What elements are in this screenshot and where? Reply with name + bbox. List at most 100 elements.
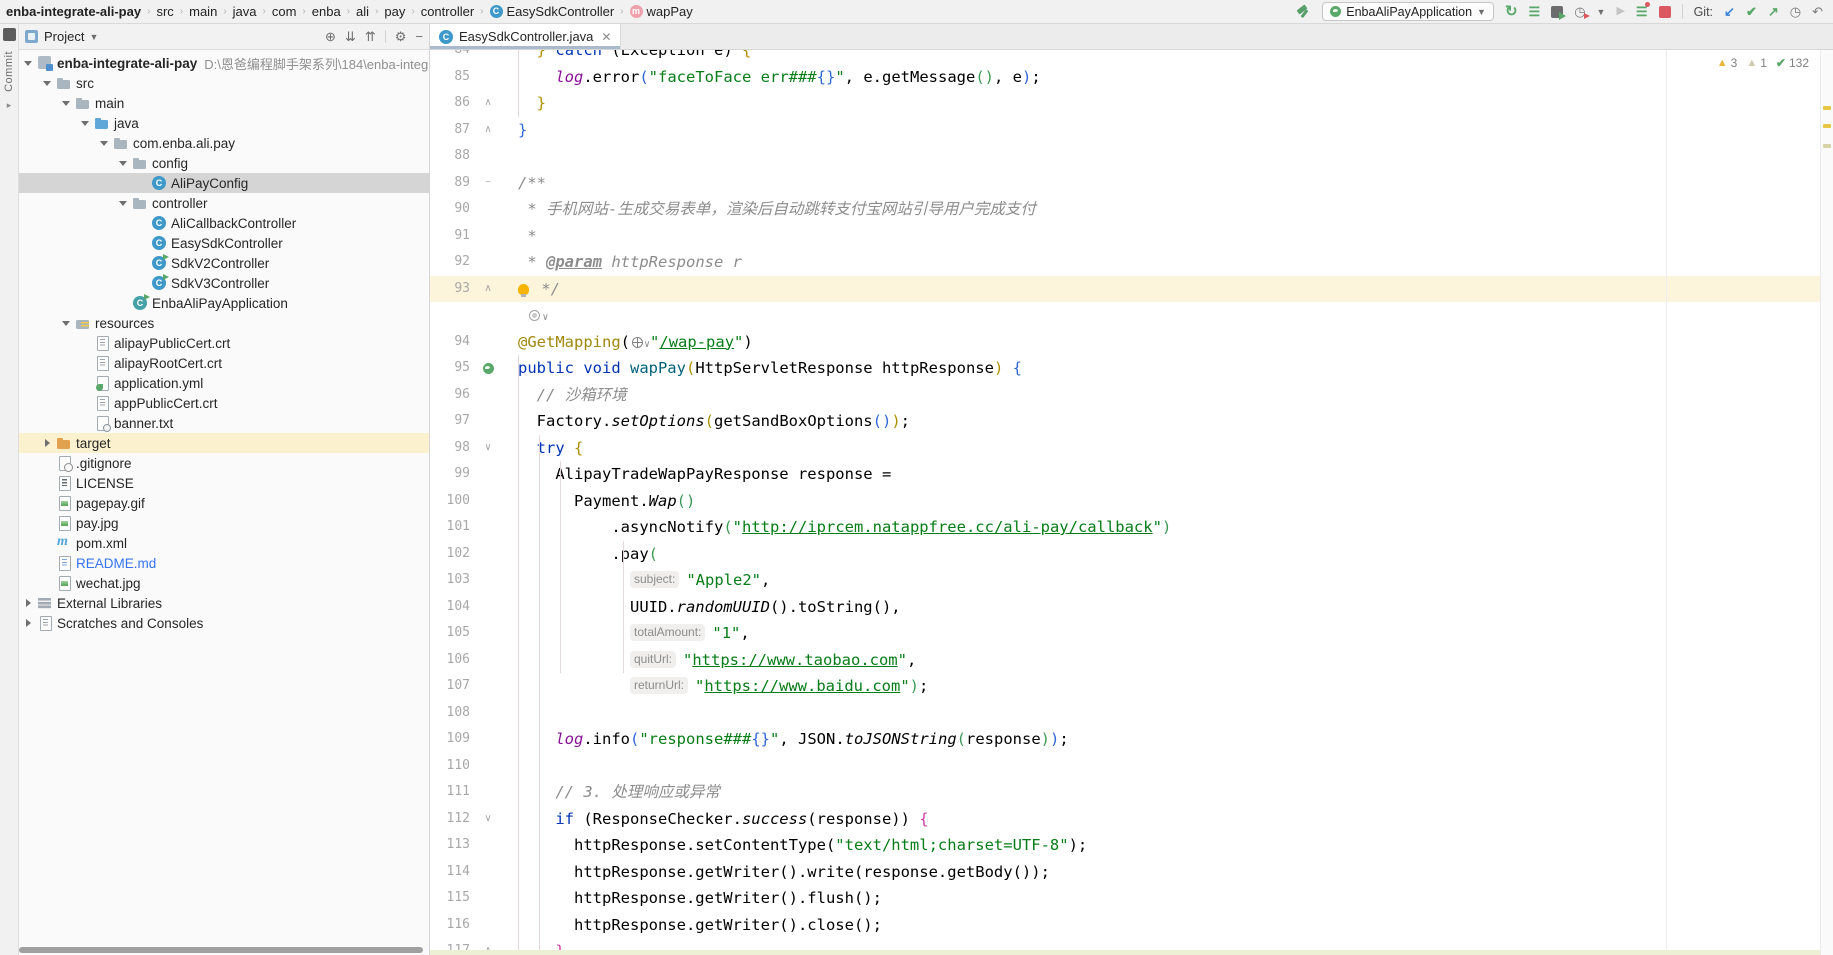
breadcrumb-item-wappay[interactable]: m wapPay: [629, 4, 693, 19]
code-text[interactable]: // 沙箱环境: [506, 382, 627, 409]
fold-marker[interactable]: [470, 382, 506, 409]
line-number[interactable]: 85: [430, 64, 470, 91]
line-number[interactable]: 100: [430, 488, 470, 515]
code-line-86[interactable]: 86 ∧ }: [430, 90, 1820, 117]
attach-debugger-icon[interactable]: ☰: [1636, 2, 1650, 19]
line-number[interactable]: 115: [430, 885, 470, 912]
close-icon[interactable]: ✕: [601, 30, 611, 44]
tree-item-alipaypubliccert-crt[interactable]: alipayPublicCert.crt: [19, 333, 429, 353]
hide-panel-icon[interactable]: −: [415, 29, 423, 44]
fold-marker[interactable]: [470, 832, 506, 859]
tree-item-sdkv3controller[interactable]: SdkV3Controller: [19, 273, 429, 293]
line-number[interactable]: 111: [430, 779, 470, 806]
code-text[interactable]: /**: [506, 170, 546, 197]
tree-arrow-icon[interactable]: [59, 95, 75, 111]
code-line-116[interactable]: 116 httpResponse.getWriter().close();: [430, 912, 1820, 939]
fold-marker[interactable]: ∨: [470, 806, 506, 833]
tree-item-pay-jpg[interactable]: pay.jpg: [19, 513, 429, 533]
run-configuration-select[interactable]: EnbaAliPayApplication ▼: [1322, 2, 1494, 21]
code-line-104[interactable]: 104 UUID.randomUUID().toString(),: [430, 594, 1820, 621]
line-number[interactable]: 89: [430, 170, 470, 197]
more-run-actions-icon[interactable]: ▼: [1597, 7, 1606, 17]
breadcrumb-item-java[interactable]: java: [233, 4, 257, 19]
tree-arrow-icon[interactable]: [40, 75, 56, 91]
code-text[interactable]: subject: "Apple2",: [506, 567, 770, 594]
fold-marker[interactable]: [470, 64, 506, 91]
git-commit-button[interactable]: ✔: [1746, 5, 1757, 18]
code-text[interactable]: log.error("faceToFace err###{}", e.getMe…: [506, 64, 1040, 91]
fold-marker[interactable]: ∨: [470, 435, 506, 462]
globe-icon[interactable]: [632, 336, 643, 348]
line-number[interactable]: 95: [430, 355, 470, 382]
fold-marker[interactable]: ∧: [470, 276, 506, 303]
breadcrumb-item-enba[interactable]: enba: [312, 4, 341, 19]
build-hammer-icon[interactable]: [1295, 4, 1311, 19]
code-text[interactable]: UUID.randomUUID().toString(),: [506, 594, 901, 621]
url-mapping-icon[interactable]: [529, 310, 541, 321]
fold-marker[interactable]: [470, 143, 506, 170]
fold-marker[interactable]: [470, 726, 506, 753]
code-line-85[interactable]: 85 log.error("faceToFace err###{}", e.ge…: [430, 64, 1820, 91]
rerun-button[interactable]: ↻: [1505, 4, 1518, 19]
tree-item-sdkv2controller[interactable]: SdkV2Controller: [19, 253, 429, 273]
code-text[interactable]: * 手机网站-生成交易表单，渲染后自动跳转支付宝网站引导用户完成支付: [506, 196, 1036, 223]
code-line-113[interactable]: 113 httpResponse.setContentType("text/ht…: [430, 832, 1820, 859]
line-number[interactable]: 94: [430, 329, 470, 356]
line-number[interactable]: 103: [430, 567, 470, 594]
fold-marker[interactable]: [470, 779, 506, 806]
code-line-102[interactable]: 102 .pay(: [430, 541, 1820, 568]
run-with-coverage-button[interactable]: [1551, 5, 1567, 20]
code-text[interactable]: returnUrl: "https://www.baidu.com");: [506, 673, 928, 700]
code-line-hint[interactable]: ∨: [430, 302, 1820, 329]
tree-item-scratches-and-consoles[interactable]: Scratches and Consoles: [19, 613, 429, 633]
code-line-95[interactable]: 95 public void wapPay(HttpServletResponse…: [430, 355, 1820, 382]
code-line-101[interactable]: 101 .asyncNotify("http://iprcem.natappfr…: [430, 514, 1820, 541]
fold-marker[interactable]: [470, 620, 506, 647]
code-text[interactable]: }: [506, 90, 546, 117]
fold-marker[interactable]: [470, 912, 506, 939]
tab-easysdkcontroller[interactable]: C EasySdkController.java ✕: [430, 24, 622, 49]
line-number[interactable]: [430, 302, 470, 329]
code-line-105[interactable]: 105 totalAmount: "1",: [430, 620, 1820, 647]
code-line-100[interactable]: 100 Payment.Wap(): [430, 488, 1820, 515]
git-update-button[interactable]: ↙: [1724, 5, 1735, 18]
code-text[interactable]: */: [506, 276, 560, 303]
code-text[interactable]: }: [506, 117, 527, 144]
code-line-107[interactable]: 107 returnUrl: "https://www.baidu.com");: [430, 673, 1820, 700]
code-text[interactable]: [506, 143, 518, 170]
code-line-90[interactable]: 90 * 手机网站-生成交易表单，渲染后自动跳转支付宝网站引导用户完成支付: [430, 196, 1820, 223]
line-number[interactable]: 92: [430, 249, 470, 276]
breadcrumb-item-pay[interactable]: pay: [384, 4, 405, 19]
fold-marker[interactable]: [470, 885, 506, 912]
tree-arrow-icon[interactable]: [40, 435, 56, 451]
breadcrumb-item-main[interactable]: main: [189, 4, 217, 19]
tree-item-config[interactable]: config: [19, 153, 429, 173]
fold-marker[interactable]: ∧: [470, 90, 506, 117]
tree-item-alipayconfig[interactable]: AliPayConfig: [19, 173, 429, 193]
fold-marker[interactable]: [470, 753, 506, 780]
fold-marker[interactable]: [470, 673, 506, 700]
code-line-115[interactable]: 115 httpResponse.getWriter().flush();: [430, 885, 1820, 912]
code-area[interactable]: 84 } catch (Exception e) {85 log.error("…: [430, 50, 1820, 955]
tree-item-alipayrootcert-crt[interactable]: alipayRootCert.crt: [19, 353, 429, 373]
code-text[interactable]: *: [506, 223, 536, 250]
line-number[interactable]: 104: [430, 594, 470, 621]
fold-marker[interactable]: [470, 488, 506, 515]
tree-arrow-icon[interactable]: [116, 195, 132, 211]
tree-item-banner-txt[interactable]: banner.txt: [19, 413, 429, 433]
tree-item-pagepay-gif[interactable]: pagepay.gif: [19, 493, 429, 513]
tree-item-wechat-jpg[interactable]: wechat.jpg: [19, 573, 429, 593]
breadcrumb-item-com[interactable]: com: [272, 4, 297, 19]
fold-marker[interactable]: [470, 594, 506, 621]
rollback-button[interactable]: ↶: [1812, 5, 1823, 18]
line-number[interactable]: 88: [430, 143, 470, 170]
line-number[interactable]: 98: [430, 435, 470, 462]
code-text[interactable]: httpResponse.getWriter().flush();: [506, 885, 882, 912]
code-text[interactable]: httpResponse.getWriter().close();: [506, 912, 882, 939]
code-text[interactable]: log.info("response###{}", JSON.toJSONStr…: [506, 726, 1068, 753]
tree-item-license[interactable]: LICENSE: [19, 473, 429, 493]
code-line-111[interactable]: 111 // 3. 处理响应或异常: [430, 779, 1820, 806]
fold-marker[interactable]: [470, 329, 506, 356]
code-text[interactable]: .asyncNotify("http://iprcem.natappfree.c…: [506, 514, 1171, 541]
services-icon[interactable]: ☰: [1529, 5, 1541, 18]
